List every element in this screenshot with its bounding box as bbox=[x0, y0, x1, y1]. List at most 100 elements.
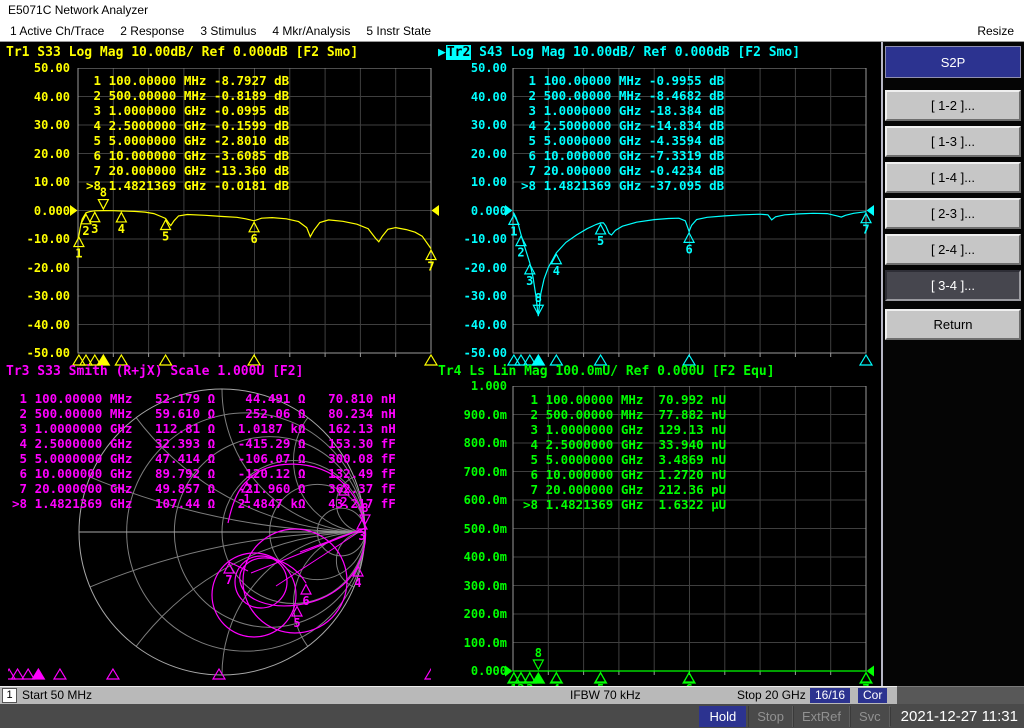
menu-item-4[interactable]: 4 Mkr/Analysis bbox=[272, 24, 350, 38]
tr2-y-tick: 0.000 bbox=[470, 203, 507, 218]
tr1-marker-row-8: >8 1.4821369 GHz -0.0181 dB bbox=[86, 178, 290, 193]
tr4-marker-8-glyph bbox=[532, 659, 545, 671]
menu-bar: 1 Active Ch/Trace 2 Response 3 Stimulus 4 M… bbox=[0, 20, 1024, 42]
tr2-marker-5-label: 5 bbox=[597, 234, 604, 248]
tr2-marker-row-1: 1 100.00000 MHz -0.9955 dB bbox=[521, 73, 725, 88]
tr1-ref-arrow-left bbox=[70, 205, 78, 216]
tr2-marker-7-label: 7 bbox=[862, 223, 869, 237]
trace3-header[interactable]: Tr3 S33 Smith (R+jX) Scale 1.000U [F2] bbox=[6, 364, 303, 379]
trace2-y-axis: 50.00 40.00 30.00 20.00 10.00 0.000 -10.00 -20.… bbox=[437, 61, 511, 360]
tr4-stim-marker-4 bbox=[531, 671, 546, 684]
tr1-marker-row-4: 4 2.5000000 GHz -0.1599 dB bbox=[86, 118, 290, 133]
trace1-marker-table: 1 100.00000 MHz -8.7927 dB 2 500.00000 M… bbox=[86, 73, 289, 193]
tr3-marker-row-3: 3 1.0000000 GHz 112.81 Ω 1.0187 kΩ 162.1… bbox=[12, 421, 396, 436]
tr2-ref-arrow-right bbox=[866, 205, 874, 216]
tr1-marker-2-label: 2 bbox=[82, 224, 89, 238]
tr2-y-tick: 50.00 bbox=[470, 61, 507, 75]
active-trace-arrow-icon: ▶ bbox=[438, 45, 446, 60]
tr1-marker-4-glyph bbox=[115, 211, 128, 223]
tr2-marker-8-label: 8 bbox=[535, 291, 542, 305]
trace4-y-axis: 1.000 900.0m 800.0m 700.0m 600.0m 500.0m 400.0… bbox=[437, 379, 511, 678]
tr1-marker-5-glyph bbox=[159, 218, 172, 231]
tr1-marker-7-label: 7 bbox=[427, 260, 434, 274]
tr4-y-tick: 800.0m bbox=[463, 436, 507, 450]
tr4-y-tick: 400.0m bbox=[463, 550, 507, 564]
window-title: E5071C Network Analyzer bbox=[8, 3, 149, 17]
tr4-marker-row-2: 2 500.00000 MHz 77.882 nU bbox=[523, 407, 727, 422]
tr1-marker-5-label: 5 bbox=[162, 229, 169, 243]
tr3-stim-marker-8 bbox=[423, 667, 431, 680]
trace3-marker-table: 1 100.00000 MHz 52.179 Ω 44.491 Ω 70.810… bbox=[12, 391, 396, 511]
trace1-y-axis: 50.00 40.00 30.00 20.00 10.00 0.000 -10.00 -20.… bbox=[0, 61, 74, 360]
tr3-stim-marker-7 bbox=[211, 667, 227, 680]
softkey-button-2-3[interactable]: [ 2-3 ]... bbox=[885, 198, 1021, 229]
tr2-marker-6-label: 6 bbox=[685, 242, 692, 256]
softkey-button-1-2[interactable]: [ 1-2 ]... bbox=[885, 90, 1021, 121]
menu-item-resize[interactable]: Resize bbox=[977, 24, 1014, 38]
tr1-marker-3-glyph bbox=[88, 210, 101, 223]
tr4-marker-row-4: 4 2.5000000 GHz 33.940 nU bbox=[523, 437, 727, 452]
tr1-stim-marker-8 bbox=[423, 353, 439, 366]
trace-header-text: S43 Log Mag 10.00dB/ Ref 0.000dB [F2 Smo… bbox=[471, 45, 801, 60]
softkey-button-3-4[interactable]: [ 3-4 ]... bbox=[885, 270, 1021, 301]
tr1-y-tick: -30.00 bbox=[26, 289, 70, 303]
tr4-marker-row-3: 3 1.0000000 GHz 129.13 nU bbox=[523, 422, 727, 437]
tr3-marker-6-label: 6 bbox=[302, 594, 309, 608]
tr3-marker-row-2: 2 500.00000 MHz 59.610 Ω 252.06 Ω 80.234… bbox=[12, 406, 396, 421]
tr3-marker-row-4: 4 2.5000000 GHz 32.393 Ω -415.29 Ω 153.3… bbox=[12, 436, 396, 451]
tr1-marker-row-2: 2 500.00000 MHz -0.8189 dB bbox=[86, 88, 290, 103]
menu-item-2[interactable]: 2 Response bbox=[120, 24, 184, 38]
softkey-button-1-4[interactable]: [ 1-4 ]... bbox=[885, 162, 1021, 193]
softkey-button-1-3[interactable]: [ 1-3 ]... bbox=[885, 126, 1021, 157]
sweep-state-hold: Hold bbox=[699, 705, 747, 727]
tr2-marker-row-5: 5 5.0000000 GHz -4.3594 dB bbox=[521, 133, 725, 148]
softkey-button-2-4[interactable]: [ 2-4 ]... bbox=[885, 234, 1021, 265]
trace2-marker-table: 1 100.00000 MHz -0.9955 dB 2 500.00000 M… bbox=[521, 73, 724, 193]
tr2-marker-4-label: 4 bbox=[553, 264, 560, 278]
trace4-marker-table: 1 100.00000 MHz 70.992 nU 2 500.00000 MH… bbox=[523, 392, 726, 512]
tr1-marker-4-label: 4 bbox=[118, 222, 125, 236]
status-bar-right-filler bbox=[897, 686, 1024, 704]
tr1-marker-row-6: 6 10.000000 GHz -3.6085 dB bbox=[86, 148, 290, 163]
tr4-y-tick: 1.000 bbox=[470, 379, 507, 393]
tr3-stim-marker-2 bbox=[10, 667, 25, 680]
indicator-extref: ExtRef bbox=[792, 705, 850, 727]
tr1-y-tick: -10.00 bbox=[26, 232, 70, 246]
tr4-marker-row-8: >8 1.4821369 GHz 1.6322 µU bbox=[523, 497, 727, 512]
tr1-y-tick: -20.00 bbox=[26, 260, 70, 275]
trace1-header[interactable]: Tr1 S33 Log Mag 10.00dB/ Ref 0.000dB [F2… bbox=[6, 45, 358, 60]
tr4-marker-row-1: 1 100.00000 MHz 70.992 nU bbox=[523, 392, 727, 407]
tr3-marker-row-7: 7 20.000000 GHz 49.857 Ω -21.960 Ω 362.3… bbox=[12, 481, 396, 496]
tr2-marker-row-8: >8 1.4821369 GHz -37.095 dB bbox=[521, 178, 725, 193]
tr1-marker-row-7: 7 20.000000 GHz -13.360 dB bbox=[86, 163, 290, 178]
trace4-header[interactable]: Tr4 Ls Lin Mag 100.0mU/ Ref 0.000U [F2 E… bbox=[438, 364, 775, 379]
tr3-marker-5-label: 5 bbox=[293, 616, 300, 630]
menu-item-1[interactable]: 1 Active Ch/Trace bbox=[10, 24, 104, 38]
system-status-bar: Hold Stop ExtRef Svc 2021-12-27 11:31 bbox=[0, 704, 1024, 728]
tr3-stim-marker-4 bbox=[31, 667, 46, 680]
tr4-marker-8-label: 8 bbox=[535, 646, 542, 660]
softkey-return-button[interactable]: Return bbox=[885, 309, 1021, 340]
tr2-y-tick: -50.00 bbox=[463, 346, 507, 360]
correction-badge: Cor bbox=[858, 688, 888, 703]
softkey-menu: S2P [ 1-2 ]... [ 1-3 ]... [ 1-4 ]... [ 2-3 … bbox=[881, 42, 1024, 686]
tr2-marker-row-4: 4 2.5000000 GHz -14.834 dB bbox=[521, 118, 725, 133]
tr4-y-tick: 500.0m bbox=[463, 521, 507, 536]
tr1-y-tick: 10.00 bbox=[33, 175, 70, 189]
menu-item-3[interactable]: 3 Stimulus bbox=[200, 24, 256, 38]
tr1-y-tick: 50.00 bbox=[33, 61, 70, 75]
tr2-marker-3-label: 3 bbox=[526, 274, 533, 288]
tr2-ref-arrow-left bbox=[505, 205, 513, 216]
tr3-stim-marker-6 bbox=[105, 667, 121, 680]
tr3-marker-6-glyph bbox=[300, 583, 312, 595]
tr3-stim-marker-3 bbox=[21, 667, 36, 680]
menu-item-5[interactable]: 5 Instr State bbox=[366, 24, 431, 38]
tr3-marker-row-5: 5 5.0000000 GHz 47.414 Ω -106.07 Ω 300.0… bbox=[12, 451, 396, 466]
tr4-y-tick: 300.0m bbox=[463, 578, 507, 593]
tr3-stim-marker-5 bbox=[52, 667, 68, 680]
tr1-y-tick: 40.00 bbox=[33, 89, 70, 104]
tr4-y-tick: 0.000 bbox=[470, 664, 507, 678]
tr2-marker-row-2: 2 500.00000 MHz -8.4682 dB bbox=[521, 88, 725, 103]
trace2-header[interactable]: ▶Tr2 S43 Log Mag 10.00dB/ Ref 0.000dB [F… bbox=[438, 45, 800, 60]
tr1-y-tick: -40.00 bbox=[26, 317, 70, 332]
